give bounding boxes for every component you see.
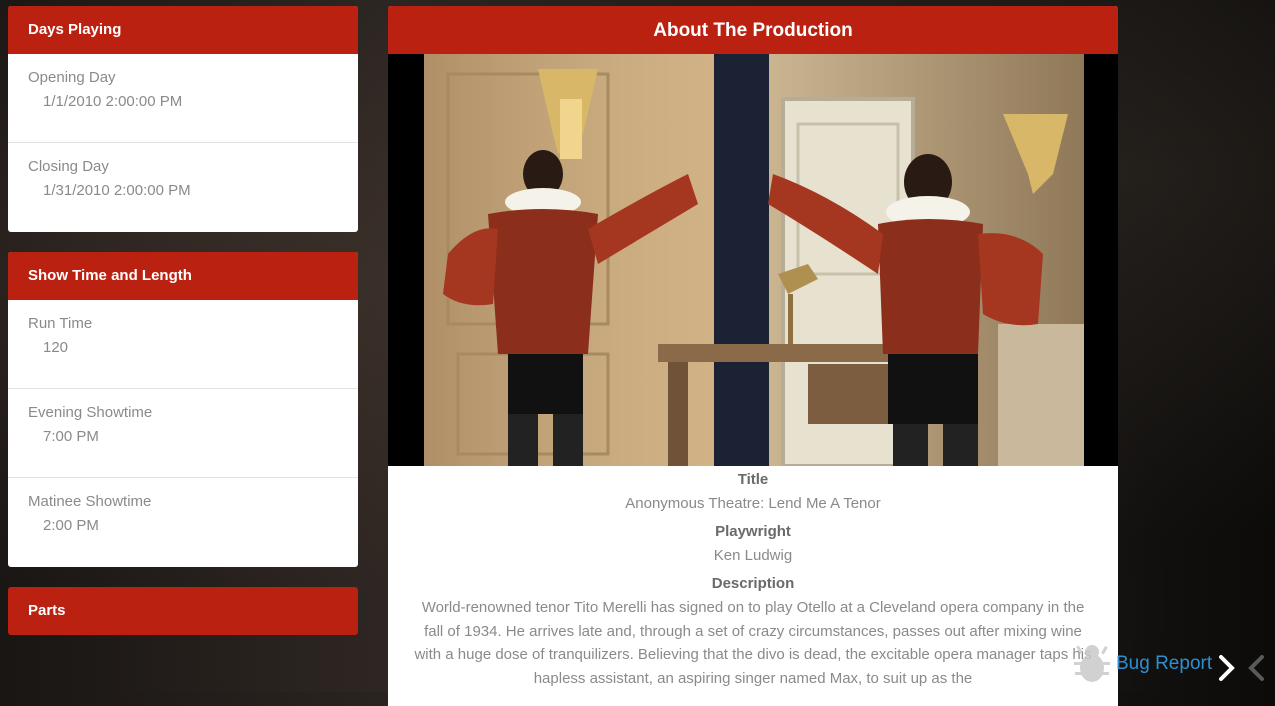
- description-value: World-renowned tenor Tito Merelli has si…: [414, 599, 1092, 687]
- closing-day-field: Closing Day 1/31/2010 2:00:00 PM: [8, 143, 358, 232]
- stage-scene-image: [388, 54, 1118, 468]
- matinee-showtime-field: Matinee Showtime 2:00 PM: [8, 478, 358, 567]
- title-label: Title: [737, 471, 769, 488]
- opening-day-field: Opening Day 1/1/2010 2:00:00 PM: [8, 54, 358, 143]
- opening-day-value: 1/1/2010 2:00:00 PM: [43, 93, 183, 110]
- about-production-header: About The Production: [388, 6, 1118, 54]
- parts-header[interactable]: Parts: [8, 587, 358, 635]
- playwright-label: Playwright: [715, 523, 791, 540]
- chevron-right-icon[interactable]: [1216, 654, 1238, 682]
- about-production-panel: About The Production Title Anonymous The…: [388, 6, 1118, 706]
- show-time-panel: Show Time and Length Run Time 120 Evenin…: [8, 252, 358, 567]
- days-playing-header: Days Playing: [8, 6, 358, 54]
- chevron-left-icon[interactable]: [1246, 654, 1268, 682]
- parts-panel[interactable]: Parts: [8, 587, 358, 635]
- evening-showtime-field: Evening Showtime 7:00 PM: [8, 389, 358, 478]
- playwright-value: Ken Ludwig: [713, 547, 793, 564]
- run-time-label: Run Time: [28, 315, 93, 332]
- evening-showtime-label: Evening Showtime: [28, 404, 153, 421]
- opening-day-label: Opening Day: [28, 69, 116, 86]
- evening-showtime-value: 7:00 PM: [43, 428, 99, 445]
- bug-report-label[interactable]: Bug Report: [1116, 653, 1212, 675]
- days-playing-panel: Days Playing Opening Day 1/1/2010 2:00:0…: [8, 6, 358, 232]
- title-value: Anonymous Theatre: Lend Me A Tenor: [625, 495, 881, 512]
- matinee-showtime-label: Matinee Showtime: [28, 493, 152, 510]
- run-time-field: Run Time 120: [8, 300, 358, 389]
- run-time-value: 120: [43, 339, 69, 356]
- show-time-header: Show Time and Length: [8, 252, 358, 300]
- closing-day-value: 1/31/2010 2:00:00 PM: [43, 182, 191, 199]
- production-photo: [388, 54, 1118, 468]
- closing-day-label: Closing Day: [28, 158, 109, 175]
- production-info: Title Anonymous Theatre: Lend Me A Tenor…: [388, 466, 1118, 690]
- matinee-showtime-value: 2:00 PM: [43, 517, 99, 534]
- description-label: Description: [711, 575, 795, 592]
- bug-icon: [1074, 645, 1110, 682]
- bug-report-button[interactable]: Bug Report: [1072, 642, 1212, 686]
